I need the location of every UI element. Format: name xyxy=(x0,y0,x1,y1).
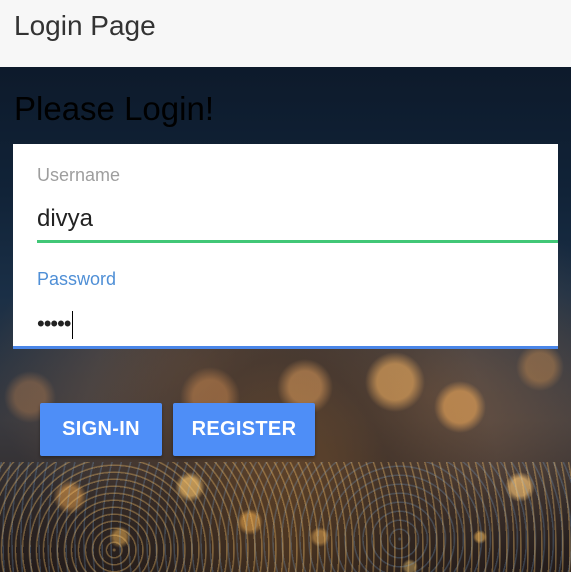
app-root: Login Page Please Login! Username divya … xyxy=(0,0,571,572)
username-input[interactable]: divya xyxy=(37,204,93,234)
username-underline xyxy=(37,240,558,243)
password-input[interactable]: ••••• xyxy=(37,309,73,340)
username-field[interactable]: Username divya xyxy=(37,144,558,246)
password-masked-value: ••••• xyxy=(37,311,72,336)
background-glitter xyxy=(0,462,571,572)
password-underline xyxy=(13,346,558,349)
text-caret xyxy=(71,311,73,340)
username-label: Username xyxy=(37,165,121,185)
signin-button[interactable]: SIGN-IN xyxy=(40,403,162,456)
login-content: Please Login! Username divya Password ••… xyxy=(0,67,571,572)
login-heading: Please Login! xyxy=(14,90,214,127)
login-form-card: Username divya Password ••••• xyxy=(13,144,558,349)
password-field[interactable]: Password ••••• xyxy=(13,247,558,349)
toolbar: Login Page xyxy=(0,0,571,67)
register-button[interactable]: REGISTER xyxy=(173,403,315,456)
password-label: Password xyxy=(37,269,117,289)
page-title: Login Page xyxy=(14,10,156,41)
